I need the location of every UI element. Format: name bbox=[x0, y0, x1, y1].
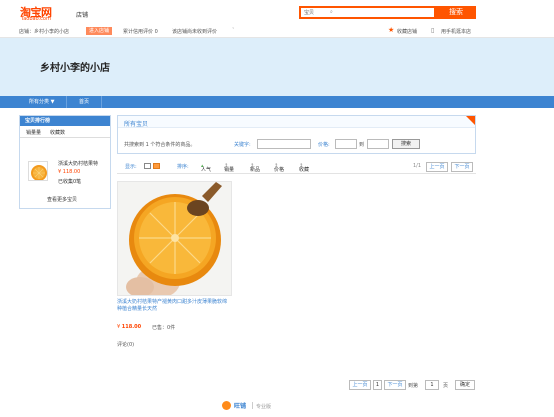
nav-divider bbox=[66, 96, 67, 108]
ranking-item-sold: 已收集0笔 bbox=[58, 179, 82, 185]
all-items-title: 所有宝贝 bbox=[124, 121, 149, 128]
shop-nav: 所有分类 ▼ 首页 bbox=[0, 96, 554, 108]
nav-all-categories[interactable]: 所有分类 ▼ bbox=[29, 98, 54, 105]
goto-page-input[interactable]: 1 bbox=[425, 380, 439, 390]
more-items-link[interactable]: 查看更多宝贝 bbox=[47, 196, 77, 203]
price-max-input[interactable] bbox=[367, 139, 389, 149]
sort-favorites[interactable]: 收藏 ↕ bbox=[299, 163, 309, 173]
search-input[interactable]: 宝贝 ⌕ bbox=[299, 6, 436, 19]
nav-divider bbox=[101, 96, 102, 108]
footer-divider bbox=[252, 402, 253, 409]
sort-popularity-label: 人气 bbox=[201, 167, 212, 173]
pager-prev-button[interactable]: 上一页 bbox=[349, 380, 371, 390]
page-unit-label: 页 bbox=[443, 383, 449, 389]
top-bar: 淘宝网 Taobao.com 店铺 宝贝 ⌕ 搜索 bbox=[0, 0, 554, 26]
search-scope-select[interactable]: 宝贝 bbox=[304, 9, 314, 16]
shop-label: 店铺 bbox=[76, 12, 89, 19]
sort-price[interactable]: 价格 ↕ bbox=[274, 163, 284, 173]
logo-subtext: Taobao.com bbox=[21, 16, 51, 22]
sort-sales-label: 销量 bbox=[224, 167, 235, 173]
sort-popularity[interactable]: 人气 ▴ bbox=[201, 163, 211, 173]
price-to-label: 到 bbox=[359, 142, 365, 148]
ranking-title: 宝贝排行榜 bbox=[20, 116, 110, 126]
keyword-input[interactable] bbox=[257, 139, 311, 149]
ranking-item-price: ¥ 118.00 bbox=[58, 169, 81, 175]
product-title[interactable]: 浙溪大奶村桔果特产褪黄肉口甜多汁皮薄果脆软绵种植合精量长天然 bbox=[117, 299, 229, 313]
phone-icon[interactable]: ▯ bbox=[431, 27, 434, 34]
keyword-label: 关键字: bbox=[234, 142, 251, 148]
corner-flag-icon bbox=[466, 116, 475, 125]
ranking-item-thumbnail[interactable] bbox=[28, 161, 48, 181]
tab-sales[interactable]: 销量量 bbox=[26, 129, 41, 136]
next-page-button[interactable]: 下一页 bbox=[451, 162, 473, 172]
chevron-down-icon[interactable]: ˇ bbox=[232, 28, 235, 34]
wangwang-label: 旺铺 bbox=[234, 403, 247, 410]
rating-text[interactable]: 该店铺尚未收到评价 bbox=[172, 28, 217, 35]
caret-down-icon: ▼ bbox=[50, 99, 55, 105]
nav-category-label: 所有分类 bbox=[29, 99, 50, 105]
sort-price-label: 价格 bbox=[274, 167, 285, 173]
star-icon[interactable]: ★ bbox=[388, 26, 394, 34]
goto-label: 到第 bbox=[408, 383, 419, 389]
list-view-icon[interactable] bbox=[153, 163, 160, 169]
goto-confirm-button[interactable]: 确定 bbox=[455, 380, 475, 390]
shop-name-label: 店铺：乡村小李的小店 bbox=[19, 29, 70, 35]
wangwang-icon bbox=[222, 401, 231, 410]
sort-bar: 显示: 排序: 人气 ▴ 销量 ↕ 新品 ↕ 价格 ↕ 收藏 ↕ 1/1 上一页 下一页 bbox=[117, 160, 476, 174]
filter-search-button[interactable]: 搜索 bbox=[392, 139, 420, 149]
price-value: 118.00 bbox=[121, 324, 142, 330]
nav-home[interactable]: 首页 bbox=[79, 98, 89, 105]
ranking-tabs: 销量量 收藏数 bbox=[20, 126, 110, 138]
sort-sales[interactable]: 销量 ↕ bbox=[224, 163, 234, 173]
favorite-shop-link[interactable]: 收藏店铺 bbox=[397, 28, 417, 35]
search-button[interactable]: 搜索 bbox=[436, 6, 476, 19]
product-reviews[interactable]: 评论(0) bbox=[117, 341, 134, 348]
price-label: 价格: bbox=[318, 142, 330, 148]
taobao-logo[interactable]: 淘宝网 Taobao.com bbox=[20, 4, 64, 22]
mobile-shop-link[interactable]: 用手机逛本店 bbox=[441, 28, 471, 35]
sort-label: 排序: bbox=[177, 164, 189, 170]
credit-score[interactable]: 累计信用评价 0 bbox=[123, 28, 158, 35]
tab-favorites[interactable]: 收藏数 bbox=[50, 129, 65, 136]
ranking-item-title[interactable]: 浙溪大奶村桔果特 bbox=[58, 160, 98, 167]
sort-favorites-label: 收藏 bbox=[299, 167, 310, 173]
edition-label: 专业版 bbox=[256, 404, 272, 410]
product-card[interactable]: 浙溪大奶村桔果特产褪黄肉口甜多汁皮薄果脆软绵种植合精量长天然 ¥ 118.00 … bbox=[117, 181, 232, 351]
enter-shop-tag[interactable]: 进入店铺 bbox=[86, 27, 113, 35]
ranking-panel: 宝贝排行榜 销量量 收藏数 浙溪大奶村桔果特 ¥ 118.00 已收集0笔 查看… bbox=[19, 115, 111, 209]
price-min-input[interactable] bbox=[335, 139, 357, 149]
shop-name: 乡村小李的小店 bbox=[40, 63, 110, 74]
product-price: ¥ 118.00 bbox=[117, 324, 141, 330]
product-image[interactable] bbox=[117, 181, 232, 296]
result-count: 共搜索到 1 个符合条件的商品。 bbox=[124, 142, 196, 148]
prev-page-button[interactable]: 上一页 bbox=[426, 162, 448, 172]
sort-newest[interactable]: 新品 ↕ bbox=[250, 163, 260, 173]
all-items-panel: 所有宝贝 共搜索到 1 个符合条件的商品。 关键字: 价格: 到 搜索 bbox=[117, 115, 476, 154]
pager-next-button[interactable]: 下一页 bbox=[384, 380, 406, 390]
all-items-header: 所有宝贝 bbox=[118, 116, 475, 128]
pager-current-page[interactable]: 1 bbox=[373, 380, 382, 390]
product-sold: 已售：0件 bbox=[152, 325, 176, 331]
shop-info-bar: 店铺：乡村小李的小店 进入店铺 累计信用评价 0 该店铺尚未收到评价 ˇ ★ 收… bbox=[0, 26, 554, 38]
display-label: 显示: bbox=[125, 164, 137, 170]
sort-newest-label: 新品 bbox=[250, 167, 261, 173]
shop-banner: 乡村小李的小店 bbox=[0, 38, 554, 96]
page-info: 1/1 bbox=[413, 163, 422, 169]
currency-symbol: ¥ bbox=[117, 324, 121, 330]
grid-view-icon[interactable] bbox=[144, 163, 151, 169]
search-icon: ⌕ bbox=[330, 9, 333, 15]
